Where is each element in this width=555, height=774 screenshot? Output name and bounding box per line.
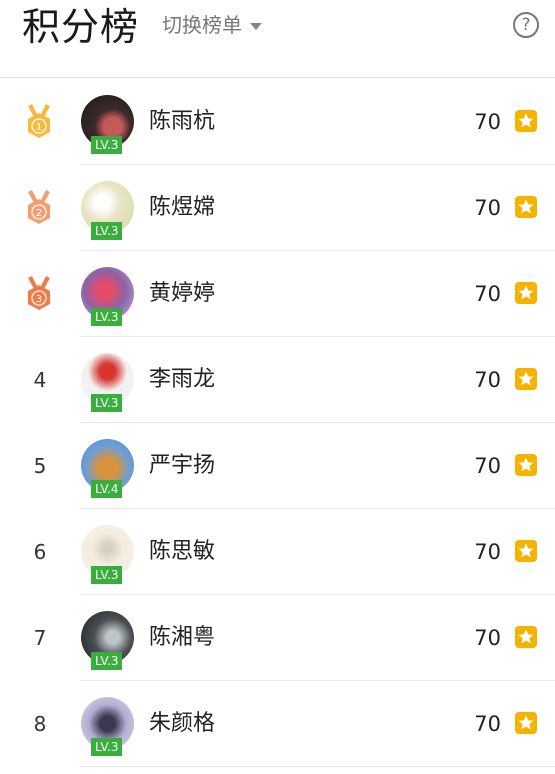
user-name: 黄婷婷 <box>149 281 216 306</box>
level-badge: LV.3 <box>91 738 123 756</box>
medal-icon: 1 <box>24 104 54 142</box>
rank-number: 6 <box>33 540 47 564</box>
score-value: 70 <box>474 368 501 392</box>
star-icon <box>515 282 537 304</box>
score-value: 70 <box>474 712 501 736</box>
switch-leaderboard-label: 切换榜单 <box>162 13 242 37</box>
user-name: 陈思敏 <box>149 539 216 564</box>
level-badge: LV.3 <box>91 394 123 412</box>
score-value: 70 <box>474 454 501 478</box>
star-icon <box>515 626 537 648</box>
star-icon <box>515 196 537 218</box>
user-name: 陈湘粤 <box>149 625 216 650</box>
rank-number: 5 <box>33 454 47 478</box>
score-value: 70 <box>474 626 501 650</box>
leaderboard-row[interactable]: 3 LV.3 黄婷婷 70 <box>0 251 555 337</box>
level-badge: LV.3 <box>91 566 123 584</box>
user-name: 陈雨杭 <box>149 109 216 134</box>
help-icon[interactable]: ? <box>513 12 539 38</box>
svg-text:1: 1 <box>36 122 42 133</box>
user-name: 朱颜格 <box>149 711 216 736</box>
page-title: 积分榜 <box>22 5 140 49</box>
user-name: 严宇扬 <box>149 453 216 478</box>
level-badge: LV.3 <box>91 222 123 240</box>
rank-number: 7 <box>33 626 47 650</box>
star-icon <box>515 454 537 476</box>
score-value: 70 <box>474 282 501 306</box>
leaderboard-list: 1 LV.3 陈雨杭 70 2 LV.3 陈煜嫦 70 3 LV.3 黄婷婷 70 4 LV.3 李雨龙 70… <box>0 79 555 767</box>
svg-text:3: 3 <box>36 294 42 305</box>
score-value: 70 <box>474 110 501 134</box>
level-badge: LV.3 <box>91 652 123 670</box>
medal-icon: 3 <box>24 276 54 314</box>
star-icon <box>515 110 537 132</box>
leaderboard-row[interactable]: 2 LV.3 陈煜嫦 70 <box>0 165 555 251</box>
score-value: 70 <box>474 540 501 564</box>
leaderboard-row[interactable]: 1 LV.3 陈雨杭 70 <box>0 79 555 165</box>
leaderboard-row[interactable]: 7 LV.3 陈湘粤 70 <box>0 595 555 681</box>
rank-number: 4 <box>33 368 47 392</box>
leaderboard-row[interactable]: 6 LV.3 陈思敏 70 <box>0 509 555 595</box>
level-badge: LV.4 <box>91 480 123 498</box>
level-badge: LV.3 <box>91 308 123 326</box>
score-value: 70 <box>474 196 501 220</box>
star-icon <box>515 368 537 390</box>
row-divider <box>80 766 555 767</box>
svg-text:2: 2 <box>36 208 42 219</box>
star-icon <box>515 540 537 562</box>
level-badge: LV.3 <box>91 136 123 154</box>
leaderboard-row[interactable]: 8 LV.3 朱颜格 70 <box>0 681 555 767</box>
leaderboard-row[interactable]: 5 LV.4 严宇扬 70 <box>0 423 555 509</box>
header: 积分榜 切换榜单 ? <box>0 0 555 78</box>
rank-number: 8 <box>33 712 47 736</box>
caret-down-icon <box>250 23 262 30</box>
star-icon <box>515 712 537 734</box>
user-name: 陈煜嫦 <box>149 195 216 220</box>
user-name: 李雨龙 <box>149 367 216 392</box>
medal-icon: 2 <box>24 190 54 228</box>
leaderboard-row[interactable]: 4 LV.3 李雨龙 70 <box>0 337 555 423</box>
switch-leaderboard-button[interactable]: 切换榜单 <box>162 10 262 40</box>
